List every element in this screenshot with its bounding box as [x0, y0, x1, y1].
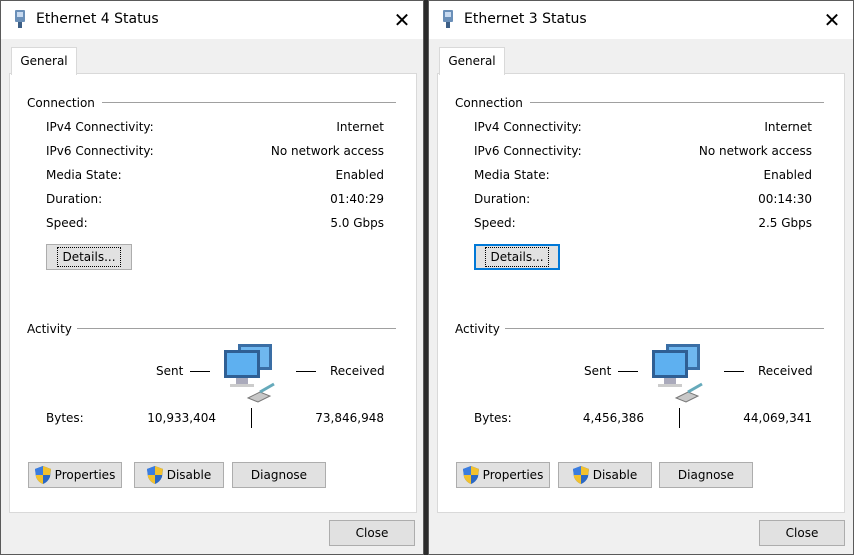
received-line: [724, 371, 744, 372]
activity-divider: [505, 328, 824, 329]
activity-group-label: Activity: [27, 322, 72, 336]
tab-general[interactable]: General: [439, 47, 505, 75]
properties-button-label: Properties: [54, 468, 116, 482]
close-button[interactable]: Close: [329, 520, 415, 546]
sent-line: [618, 371, 638, 372]
ipv6-connectivity-value: No network access: [270, 144, 384, 158]
bytes-sent-value: 10,933,404: [147, 411, 216, 425]
speed-value: 2.5 Gbps: [758, 216, 812, 230]
ipv6-connectivity-value: No network access: [698, 144, 812, 158]
ipv4-connectivity-label: IPv4 Connectivity:: [474, 120, 582, 134]
sent-line: [190, 371, 210, 372]
connection-divider: [102, 102, 396, 103]
connection-group-label: Connection: [27, 96, 95, 110]
disable-button-label: Disable: [592, 468, 638, 482]
close-window-icon[interactable]: ✕: [821, 9, 843, 31]
uac-shield-icon: [462, 466, 479, 484]
network-computers-icon: [652, 344, 703, 403]
uac-shield-icon: [146, 466, 163, 484]
network-adapter-icon: [15, 10, 25, 28]
window-title: Ethernet 4 Status: [36, 11, 159, 27]
bytes-received-value: 44,069,341: [743, 411, 812, 425]
title-bar[interactable]: Ethernet 3 Status ✕: [429, 1, 853, 39]
disable-button-label: Disable: [166, 468, 212, 482]
diagnose-button[interactable]: Diagnose: [659, 462, 753, 488]
properties-button[interactable]: Properties: [28, 462, 122, 488]
media-state-label: Media State:: [474, 168, 550, 182]
bytes-divider: [679, 408, 680, 428]
uac-shield-icon: [572, 466, 589, 484]
bytes-sent-value: 4,456,386: [582, 411, 644, 425]
details-button-label: Details...: [485, 247, 549, 267]
network-adapter-icon: [443, 10, 453, 28]
speed-value: 5.0 Gbps: [330, 216, 384, 230]
media-state-value: Enabled: [763, 168, 813, 182]
bytes-divider: [251, 408, 252, 428]
bytes-received-value: 73,846,948: [315, 411, 384, 425]
sent-label: Sent: [584, 364, 612, 378]
received-label: Received: [758, 364, 813, 378]
ipv4-connectivity-value: Internet: [764, 120, 812, 134]
ethernet-3-status-dialog: Ethernet 3 Status ✕ General Connection I…: [428, 0, 854, 555]
media-state-label: Media State:: [46, 168, 122, 182]
ethernet-4-status-dialog: Ethernet 4 Status ✕ General Connection I…: [0, 0, 424, 555]
ipv6-connectivity-label: IPv6 Connectivity:: [46, 144, 154, 158]
disable-button[interactable]: Disable: [558, 462, 652, 488]
connection-divider: [530, 102, 824, 103]
properties-button[interactable]: Properties: [456, 462, 550, 488]
speed-label: Speed:: [474, 216, 516, 230]
received-line: [296, 371, 316, 372]
received-label: Received: [330, 364, 385, 378]
sent-label: Sent: [156, 364, 184, 378]
properties-button-label: Properties: [482, 468, 544, 482]
duration-label: Duration:: [474, 192, 531, 206]
activity-divider: [77, 328, 396, 329]
close-button[interactable]: Close: [759, 520, 845, 546]
close-window-icon[interactable]: ✕: [391, 9, 413, 31]
ipv4-connectivity-label: IPv4 Connectivity:: [46, 120, 154, 134]
ipv6-connectivity-label: IPv6 Connectivity:: [474, 144, 582, 158]
connection-group-label: Connection: [455, 96, 523, 110]
duration-value: 01:40:29: [330, 192, 384, 206]
diagnose-button[interactable]: Diagnose: [232, 462, 326, 488]
window-title: Ethernet 3 Status: [464, 11, 587, 27]
title-bar[interactable]: Ethernet 4 Status ✕: [1, 1, 423, 39]
speed-label: Speed:: [46, 216, 88, 230]
uac-shield-icon: [34, 466, 51, 484]
details-button[interactable]: Details...: [46, 244, 132, 270]
network-computers-icon: [224, 344, 275, 403]
activity-group-label: Activity: [455, 322, 500, 336]
bytes-label: Bytes:: [46, 411, 84, 425]
duration-value: 00:14:30: [758, 192, 812, 206]
duration-label: Duration:: [46, 192, 103, 206]
ipv4-connectivity-value: Internet: [336, 120, 384, 134]
details-button-label: Details...: [57, 247, 121, 267]
details-button[interactable]: Details...: [474, 244, 560, 270]
bytes-label: Bytes:: [474, 411, 512, 425]
general-panel: Connection IPv4 Connectivity: Internet I…: [437, 73, 845, 513]
general-panel: Connection IPv4 Connectivity: Internet I…: [9, 73, 417, 513]
tab-general[interactable]: General: [11, 47, 77, 75]
disable-button[interactable]: Disable: [134, 462, 224, 488]
media-state-value: Enabled: [335, 168, 385, 182]
